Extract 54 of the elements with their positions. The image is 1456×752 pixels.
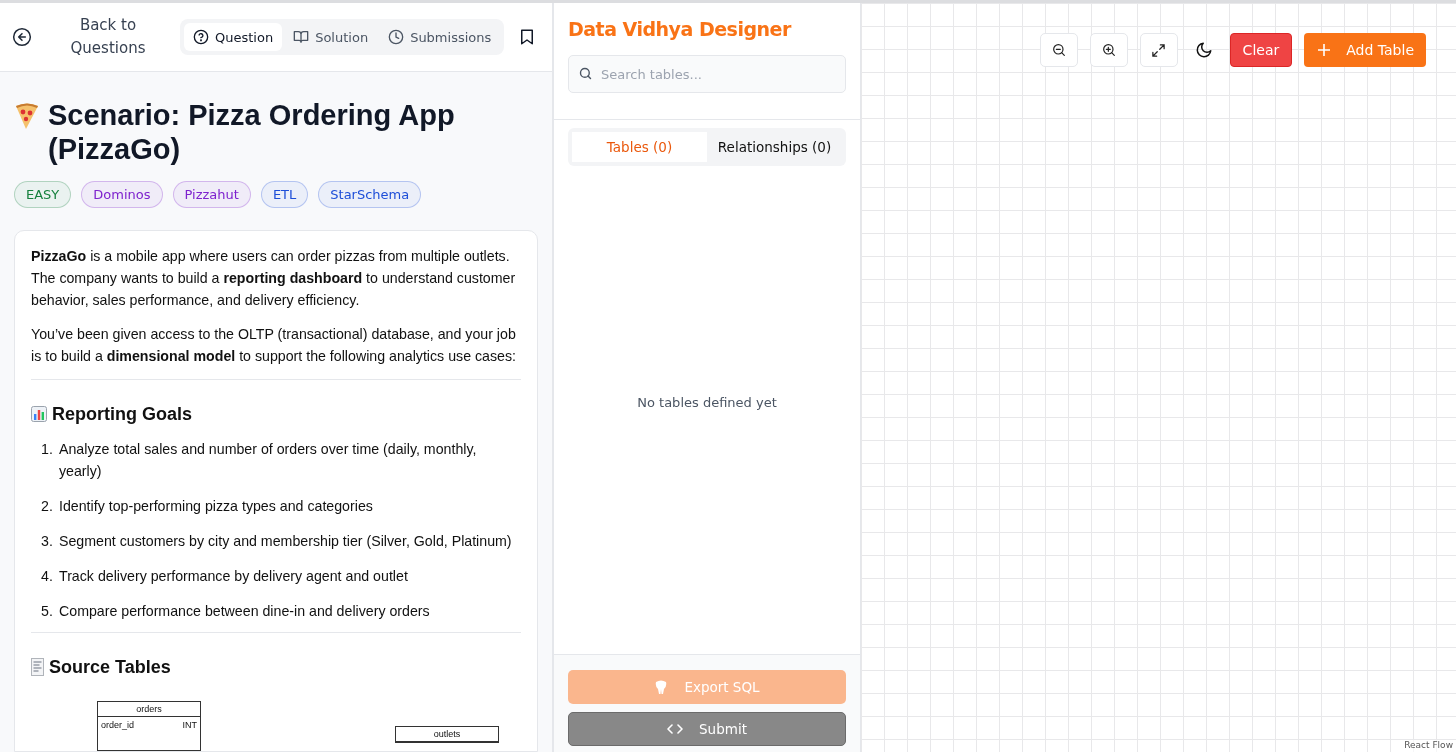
- column-type: INT: [182, 720, 197, 730]
- zoom-out-button[interactable]: [1039, 33, 1078, 67]
- scenario-title: Scenario: Pizza Ordering App (PizzaGo): [48, 98, 456, 166]
- list-number: 3.: [41, 532, 53, 551]
- empty-message: No tables defined yet: [637, 394, 777, 410]
- list-number: 4.: [41, 567, 53, 586]
- list-number: 5.: [41, 602, 53, 621]
- tag: StarSchema: [318, 181, 422, 208]
- paragraph: You’ve been given access to the OLTP (transactional) database, and your job is to build a dimensional model to support the following analytics use cases:: [31, 325, 517, 366]
- list-item-text: Segment customers by city and membership tier (Silver, Gold, Platinum): [59, 532, 512, 551]
- search-icon: [578, 66, 593, 81]
- bar-chart-icon: [31, 406, 47, 422]
- book-icon: [293, 29, 310, 45]
- receipt-icon: [31, 658, 44, 676]
- er-table-name: outlets: [396, 727, 498, 742]
- tab[interactable]: Submissions: [379, 23, 501, 51]
- clear-button[interactable]: Clear: [1229, 33, 1293, 67]
- section-heading: Source Tables: [49, 656, 171, 679]
- list-number: 2.: [41, 497, 53, 516]
- zoom-in-button[interactable]: [1089, 33, 1128, 67]
- search-field[interactable]: Search tables...: [568, 55, 846, 93]
- bookmark-icon: [518, 27, 536, 47]
- tab[interactable]: Question: [184, 23, 283, 51]
- code-icon: [667, 723, 684, 735]
- app-title: Data Vidhya Designer: [568, 18, 793, 40]
- section-heading: Reporting Goals: [52, 403, 192, 426]
- list-item-text: Analyze total sales and number of orders over time (daily, monthly, yearly): [59, 440, 478, 481]
- zoom-in-icon: [1100, 42, 1117, 58]
- zoom-out-icon: [1050, 42, 1067, 58]
- expand-icon: [1151, 42, 1167, 58]
- back-to-questions-link[interactable]: Back to Questions: [46, 14, 170, 60]
- moon-icon: [1194, 41, 1213, 59]
- question-icon: [193, 29, 209, 45]
- attribution-link[interactable]: React Flow: [1404, 740, 1453, 750]
- list-item-text: Identify top-performing pizza types and categories: [59, 497, 373, 516]
- plus-icon: [1318, 44, 1331, 56]
- tag: ETL: [260, 181, 309, 208]
- list-item-text: Track delivery performance by delivery agent and outlet: [59, 567, 408, 586]
- tab[interactable]: Tables (0): [572, 132, 707, 162]
- tag: Pizzahut: [172, 181, 251, 208]
- pizza-icon: [14, 102, 40, 130]
- list-number: 1.: [41, 440, 53, 459]
- column-name: order_id: [101, 720, 135, 730]
- er-table-name: orders: [98, 702, 200, 717]
- fullscreen-button[interactable]: [1139, 33, 1178, 67]
- paragraph: PizzaGo is a mobile app where users can order pizzas from multiple outlets. The company wants to build a reporting dashboard to understand customer behavior, sales performance, and delivery efficiency.: [31, 247, 517, 310]
- back-button[interactable]: [12, 27, 32, 47]
- list-item-text: Compare performance between dine-in and delivery orders: [59, 602, 430, 621]
- bookmark-button[interactable]: [518, 27, 536, 47]
- tab[interactable]: Relationships (0): [707, 132, 842, 162]
- tab[interactable]: Solution: [284, 23, 378, 51]
- tag: EASY: [14, 181, 72, 208]
- clock-icon: [388, 29, 405, 45]
- tag: Dominos: [81, 181, 163, 208]
